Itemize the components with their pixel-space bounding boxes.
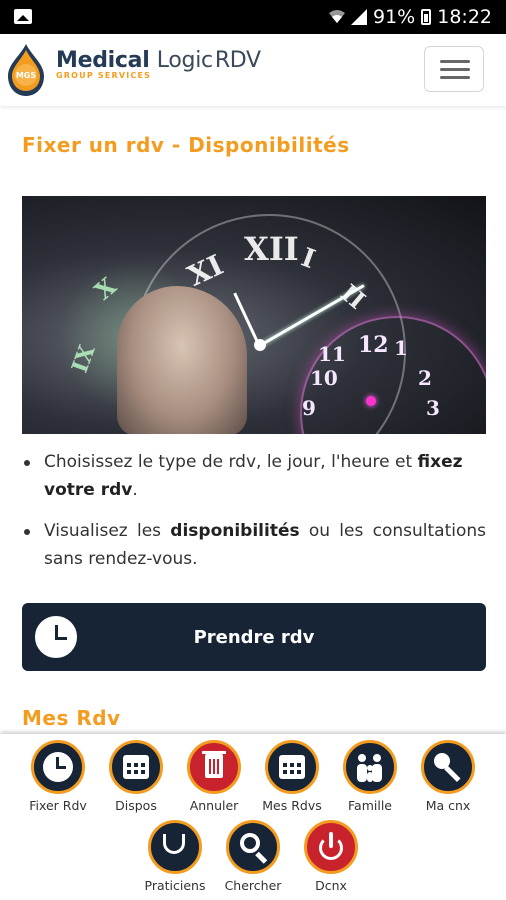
dock-button-label: Dispos xyxy=(115,798,157,813)
hamburger-bar xyxy=(440,76,470,79)
hero-numeral: XII xyxy=(244,230,299,268)
dock-button-label: Praticiens xyxy=(144,878,206,893)
hero-hand xyxy=(117,286,247,434)
dock-button-label: Mes Rdvs xyxy=(262,798,322,813)
brand-name-bold: Medical xyxy=(56,48,150,73)
search-handle xyxy=(255,851,268,864)
brand-name-suffix: RDV xyxy=(214,48,261,73)
dock-button-circle xyxy=(226,820,280,874)
battery-icon xyxy=(421,9,432,25)
dock-button-label: Dcnx xyxy=(315,878,347,893)
dock-button-fixer-rdv[interactable]: Fixer Rdv xyxy=(18,740,98,813)
gallery-notification-icon xyxy=(14,9,32,24)
dock-button-label: Chercher xyxy=(224,878,282,893)
logo-badge-text: MGS xyxy=(16,71,37,80)
battery-percent: 91% xyxy=(373,6,416,28)
dock-button-circle xyxy=(187,740,241,794)
dock-button-label: Annuler xyxy=(189,798,239,813)
dock-button-praticiens[interactable]: Praticiens xyxy=(135,820,215,893)
dock-button-famille[interactable]: Famille xyxy=(330,740,410,813)
bottom-action-dock: Fixer Rdv Dispos Annuler Mes Rdvs Famill… xyxy=(0,734,506,900)
dock-button-dcnx[interactable]: Dcnx xyxy=(291,820,371,893)
dock-button-circle xyxy=(421,740,475,794)
dock-button-circle xyxy=(304,820,358,874)
dock-button-label: Fixer Rdv xyxy=(29,798,87,813)
clock-time: 18:22 xyxy=(437,6,492,28)
dock-button-ma-cnx[interactable]: Ma cnx xyxy=(408,740,488,813)
dock-button-label: Ma cnx xyxy=(425,798,471,813)
feature-text-bold: disponibilités xyxy=(170,521,300,541)
hero-numeral: 10 xyxy=(310,366,338,390)
signal-icon xyxy=(351,9,367,25)
feature-text: Visualisez les xyxy=(44,521,171,541)
dock-button-label: Famille xyxy=(348,798,392,813)
hamburger-bar xyxy=(440,68,470,71)
hero-numeral: 11 xyxy=(318,342,346,366)
feature-text: . xyxy=(132,480,138,500)
prendre-rdv-label: Prendre rdv xyxy=(193,626,315,648)
dock-button-annuler[interactable]: Annuler xyxy=(174,740,254,813)
feature-list: Choisissez le type de rdv, le jour, l'he… xyxy=(22,448,486,586)
brand-name-light: Logic xyxy=(156,48,213,73)
brand-logo[interactable]: Medical LogicRDV GROUP SERVICES xyxy=(56,48,261,80)
stethoscope-icon xyxy=(163,834,185,854)
power-line xyxy=(329,832,333,848)
calendar-icon xyxy=(123,755,149,779)
dock-button-mes-rdvs[interactable]: Mes Rdvs xyxy=(252,740,332,813)
page-title: Fixer un rdv - Disponibilités xyxy=(22,133,350,157)
wifi-icon xyxy=(329,10,345,23)
feature-item: Choisissez le type de rdv, le jour, l'he… xyxy=(22,448,486,504)
hero-numeral: 9 xyxy=(302,396,316,420)
prendre-rdv-button[interactable]: Prendre rdv xyxy=(22,603,486,671)
section-title-mes-rdv: Mes Rdv xyxy=(22,706,121,730)
hero-numeral: 1 xyxy=(394,336,408,360)
key-shaft xyxy=(444,765,461,782)
trash-icon xyxy=(202,751,226,778)
search-icon xyxy=(240,833,260,853)
dock-button-circle xyxy=(31,740,85,794)
dock-button-circle xyxy=(343,740,397,794)
hero-clock-hub xyxy=(254,339,266,351)
calendar-icon xyxy=(279,755,305,779)
dock-button-dispos[interactable]: Dispos xyxy=(96,740,176,813)
dock-button-circle xyxy=(148,820,202,874)
feature-text: Choisissez le type de rdv, le jour, l'he… xyxy=(44,452,418,472)
clock-icon xyxy=(35,616,77,658)
hero-clock-image: XII I XI X IX II 12 1 11 10 9 2 3 xyxy=(22,196,486,434)
dock-button-chercher[interactable]: Chercher xyxy=(213,820,293,893)
hero-clock-hub-pink xyxy=(366,396,376,406)
hero-numeral: 3 xyxy=(426,396,440,420)
mgs-logo-icon[interactable]: MGS xyxy=(6,42,46,98)
feature-item: Visualisez les disponibilités ou les con… xyxy=(22,517,486,573)
status-bar: 91% 18:22 xyxy=(0,0,506,34)
hero-numeral: 2 xyxy=(418,366,432,390)
hero-numeral: 12 xyxy=(358,332,389,358)
dock-button-circle xyxy=(109,740,163,794)
clock-icon xyxy=(43,752,73,782)
menu-toggle-button[interactable] xyxy=(424,46,484,92)
dock-button-circle xyxy=(265,740,319,794)
hamburger-bar xyxy=(440,60,470,63)
